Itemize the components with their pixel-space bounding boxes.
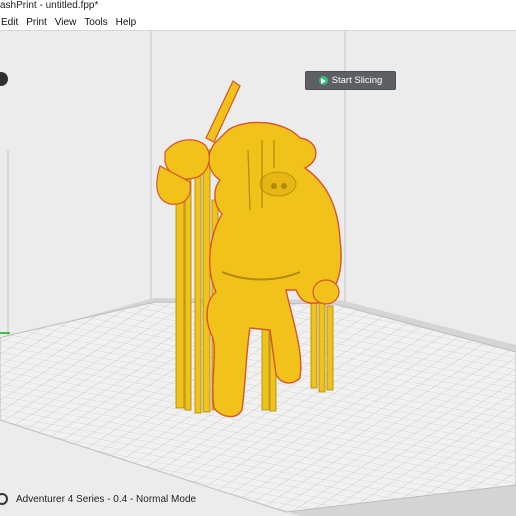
menu-edit[interactable]: Edit [0, 17, 22, 28]
menu-view[interactable]: View [51, 17, 81, 28]
build-scene [0, 31, 516, 516]
play-icon [318, 76, 328, 85]
printer-info: Adventurer 4 Series - 0.4 - Normal Mode [16, 493, 197, 505]
gear-icon[interactable] [0, 493, 8, 505]
status-bar: Adventurer 4 Series - 0.4 - Normal Mode [0, 486, 516, 512]
window-title: ashPrint - untitled.fpp* [0, 0, 516, 14]
menu-bar: Edit Print View Tools Help [0, 14, 516, 31]
start-slicing-button[interactable]: Start Slicing [305, 71, 396, 90]
3d-viewport[interactable]: Start Slicing Adventurer 4 Series - 0.4 … [0, 31, 516, 516]
menu-help[interactable]: Help [112, 17, 141, 28]
menu-print[interactable]: Print [22, 17, 51, 28]
build-plate-grid [0, 302, 516, 512]
menu-tools[interactable]: Tools [80, 17, 111, 28]
start-slicing-label: Start Slicing [331, 75, 383, 86]
